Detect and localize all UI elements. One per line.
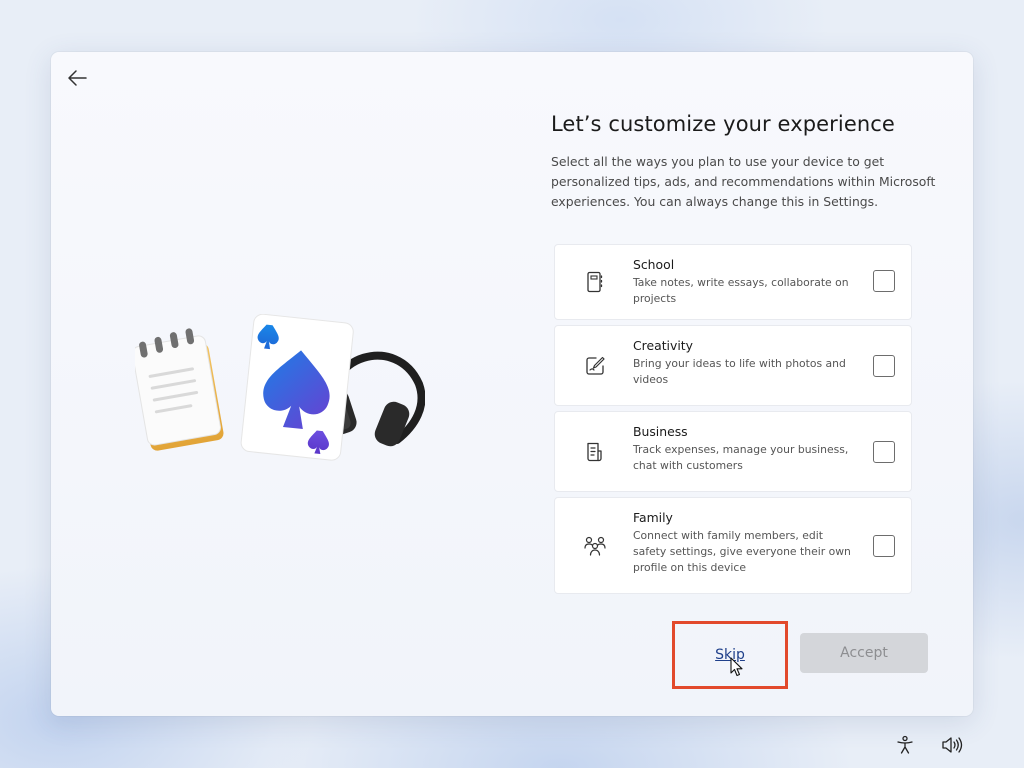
skip-highlight-box: Skip xyxy=(672,621,788,689)
family-checkbox[interactable] xyxy=(873,535,895,557)
page-title: Let’s customize your experience xyxy=(551,112,895,136)
option-text: School Take notes, write essays, collabo… xyxy=(633,257,853,307)
notepad-illustration xyxy=(135,328,224,451)
option-name: Family xyxy=(633,510,673,525)
usage-options-list: School Take notes, write essays, collabo… xyxy=(554,244,912,599)
accessibility-button[interactable] xyxy=(893,733,917,757)
option-name: Creativity xyxy=(633,338,693,353)
volume-button[interactable] xyxy=(940,733,964,757)
option-family[interactable]: Family Connect with family members, edit… xyxy=(554,497,912,594)
mouse-pointer-icon xyxy=(730,657,743,677)
business-checkbox[interactable] xyxy=(873,441,895,463)
back-arrow-icon xyxy=(68,70,87,86)
option-description: Take notes, write essays, collaborate on… xyxy=(633,276,849,305)
option-text: Creativity Bring your ideas to life with… xyxy=(633,338,853,388)
content-panel: Let’s customize your experience Select a… xyxy=(551,110,941,212)
spade-card-illustration xyxy=(240,314,354,461)
hero-illustration xyxy=(135,314,425,461)
option-name: Business xyxy=(633,424,688,439)
notebook-icon xyxy=(587,271,603,293)
option-school[interactable]: School Take notes, write essays, collabo… xyxy=(554,244,912,320)
accessibility-icon xyxy=(897,735,913,754)
option-business[interactable]: Business Track expenses, manage your bus… xyxy=(554,411,912,492)
option-text: Business Track expenses, manage your bus… xyxy=(633,424,853,474)
back-button[interactable] xyxy=(63,64,91,92)
oobe-window: Let’s customize your experience Select a… xyxy=(51,52,973,716)
creative-edit-icon xyxy=(586,356,605,375)
option-description: Connect with family members, edit safety… xyxy=(633,529,851,574)
page-description: Select all the ways you plan to use your… xyxy=(551,154,936,209)
accept-button[interactable]: Accept xyxy=(800,633,928,673)
school-checkbox[interactable] xyxy=(873,270,895,292)
people-icon xyxy=(584,536,606,556)
volume-icon xyxy=(942,737,963,753)
option-name: School xyxy=(633,257,675,272)
option-text: Family Connect with family members, edit… xyxy=(633,510,853,576)
document-icon xyxy=(587,442,602,462)
creativity-checkbox[interactable] xyxy=(873,355,895,377)
option-description: Track expenses, manage your business, ch… xyxy=(633,443,849,472)
option-creativity[interactable]: Creativity Bring your ideas to life with… xyxy=(554,325,912,406)
option-description: Bring your ideas to life with photos and… xyxy=(633,357,846,386)
